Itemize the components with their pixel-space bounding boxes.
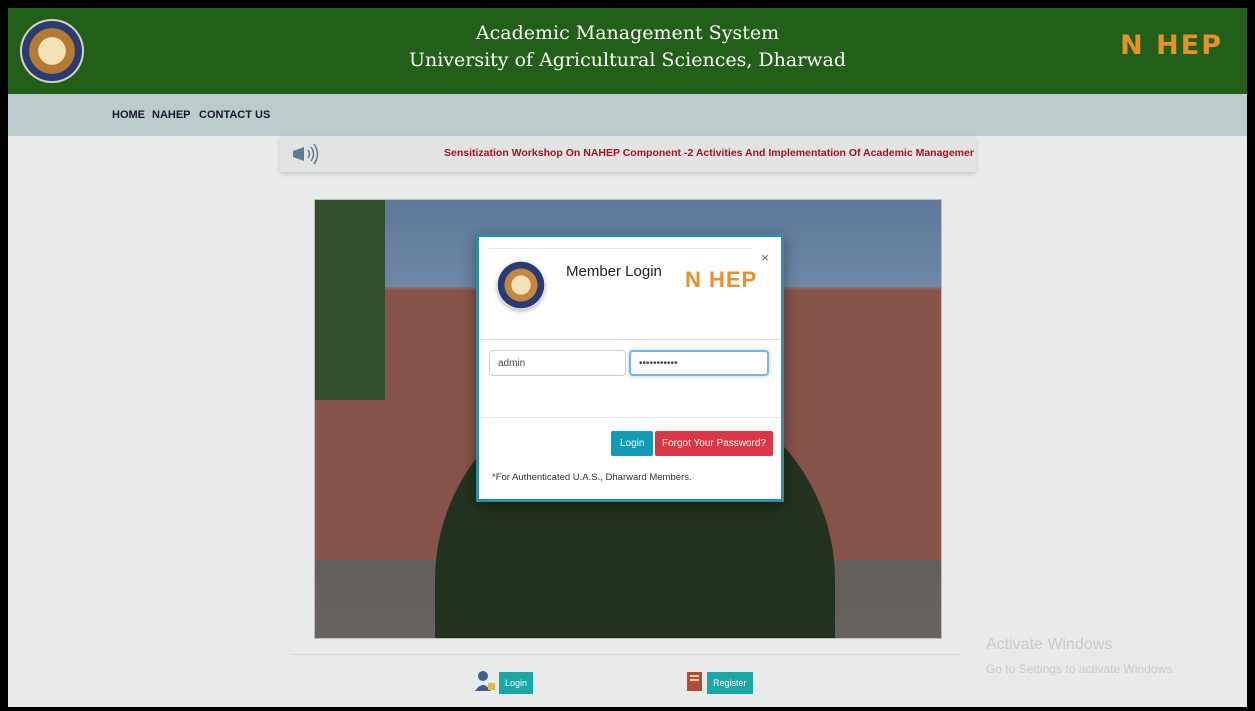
footer-register-button[interactable]: Register <box>707 672 753 694</box>
modal-nahep-logo: N HEP <box>685 267 758 292</box>
nahep-logo: N HEP <box>1120 30 1223 61</box>
username-input[interactable] <box>489 350 626 376</box>
close-icon[interactable]: × <box>761 250 769 265</box>
divider <box>290 654 960 655</box>
register-icon <box>687 672 702 691</box>
nav-bar: HOME NAHEP CONTACT US <box>8 94 1247 136</box>
nav-nahep[interactable]: NAHEP <box>152 109 191 121</box>
login-button[interactable]: Login <box>611 431 654 456</box>
modal-title: Member Login <box>566 263 662 280</box>
nav-contact-us[interactable]: CONTACT US <box>199 109 270 121</box>
announcement-bar: Sensitization Workshop On NAHEP Componen… <box>280 136 976 172</box>
password-input[interactable] <box>629 350 769 376</box>
megaphone-icon <box>293 143 319 165</box>
site-header: Academic Management System University of… <box>8 8 1247 94</box>
login-note: *For Authenticated U.A.S., Dharward Memb… <box>492 472 692 483</box>
modal-university-logo <box>497 261 545 309</box>
activate-windows-title: Activate Windows <box>986 636 1113 653</box>
nav-home[interactable]: HOME <box>112 109 145 121</box>
header-title-line1: Academic Management System <box>475 22 780 44</box>
page-frame: Academic Management System University of… <box>8 8 1247 707</box>
activate-windows-subtitle: Go to Settings to activate Windows. <box>986 662 1176 676</box>
member-login-modal: Member Login N HEP × Login Forgot Your P… <box>476 234 784 502</box>
footer-login-button[interactable]: Login <box>499 672 534 694</box>
header-title-line2: University of Agricultural Sciences, Dha… <box>408 49 847 71</box>
announcement-text[interactable]: Sensitization Workshop On NAHEP Componen… <box>444 147 974 159</box>
forgot-password-button[interactable]: Forgot Your Password? <box>655 431 773 456</box>
header-title: Academic Management System University of… <box>8 20 1247 74</box>
user-add-icon <box>475 671 495 691</box>
